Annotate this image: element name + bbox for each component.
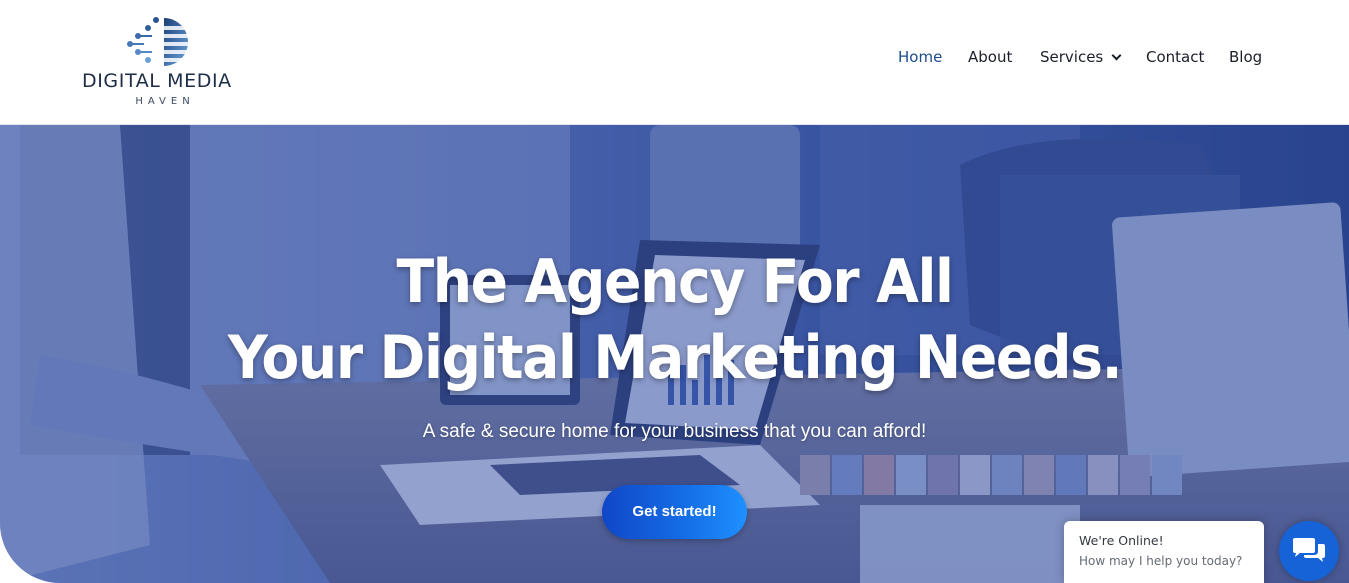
chat-prompt-text: How may I help you today?	[1079, 554, 1243, 568]
logo-mark-icon	[127, 17, 196, 66]
logo-title: DIGITAL MEDIA	[82, 70, 232, 92]
chevron-down-icon	[1111, 50, 1122, 61]
nav-about[interactable]: About	[968, 48, 1012, 66]
chat-open-button[interactable]	[1279, 521, 1339, 581]
chat-bubbles-icon	[1293, 538, 1325, 562]
nav-contact[interactable]: Contact	[1146, 48, 1204, 66]
site-logo[interactable]: DIGITAL MEDIA HAVEN	[82, 16, 252, 111]
nav-blog-label: Blog	[1229, 48, 1263, 66]
hero-subtitle: A safe & secure home for your business t…	[422, 421, 927, 442]
chat-greeting-card[interactable]: We're Online! How may I help you today?	[1064, 521, 1264, 583]
nav-services-label: Services	[1040, 48, 1104, 66]
nav-blog[interactable]: Blog	[1229, 48, 1262, 66]
nav-contact-label: Contact	[1146, 48, 1205, 66]
nav-home-label: Home	[898, 48, 943, 66]
nav-services[interactable]: Services	[1040, 48, 1122, 66]
hero-title-line1: The Agency For All	[396, 247, 953, 317]
site-header: DIGITAL MEDIA HAVEN Home About Services …	[0, 0, 1349, 125]
hero-section: The Agency For All Your Digital Marketin…	[0, 125, 1349, 583]
nav-about-label: About	[968, 48, 1013, 66]
nav-home[interactable]: Home	[898, 48, 942, 66]
get-started-button[interactable]: Get started!	[602, 485, 747, 539]
hero-title-line2: Your Digital Marketing Needs.	[227, 323, 1123, 393]
logo-tagline: HAVEN	[135, 96, 195, 107]
chat-status-text: We're Online!	[1079, 533, 1164, 548]
